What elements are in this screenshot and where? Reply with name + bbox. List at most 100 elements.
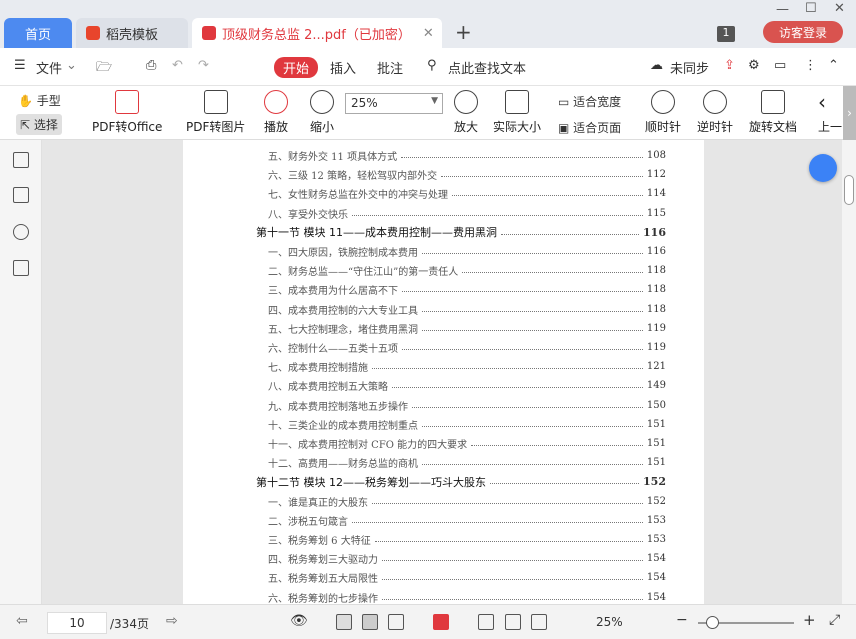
- rotate-clockwise-button[interactable]: 顺时针: [645, 90, 681, 135]
- toc-entry[interactable]: 十二、高费用——财务总监的商机 151: [183, 453, 704, 472]
- maximize-icon[interactable]: ☐: [805, 1, 817, 16]
- prev-page-icon[interactable]: ⇦: [16, 613, 28, 629]
- page-number-input[interactable]: 10: [47, 612, 107, 634]
- vertical-scrollbar[interactable]: [842, 140, 856, 604]
- zoom-select[interactable]: 25% ▼: [345, 93, 443, 114]
- toc-entry[interactable]: 三、税务筹划 6 大特征 153: [183, 530, 704, 549]
- toc-entry[interactable]: 七、成本费用控制措施 121: [183, 357, 704, 376]
- toc-entry[interactable]: 十一、成本费用控制对 CFO 能力的四大要求 151: [183, 434, 704, 453]
- rotate-counterclockwise-button[interactable]: 逆时针: [697, 90, 733, 135]
- comment-icon[interactable]: ▭: [774, 58, 786, 73]
- next-page-icon[interactable]: ⇨: [166, 613, 178, 629]
- close-window-icon[interactable]: ✕: [834, 1, 845, 16]
- actual-size-icon[interactable]: [478, 614, 494, 630]
- toc-entry[interactable]: 六、控制什么——五类十五项 119: [183, 338, 704, 357]
- tab-start[interactable]: 开始: [274, 57, 319, 78]
- toc-entry[interactable]: 五、税务筹划五大局限性 154: [183, 568, 704, 587]
- toc-page: 116: [646, 246, 666, 257]
- outline-icon[interactable]: [13, 152, 29, 168]
- toc-entry[interactable]: 九、成本费用控制落地五步操作 150: [183, 396, 704, 415]
- toc-entry[interactable]: 六、三级 12 策略，轻松驾驭内部外交 112: [183, 165, 704, 184]
- new-tab-button[interactable]: +: [455, 20, 472, 44]
- fit-width-button[interactable]: ▭ 适合宽度: [558, 93, 621, 110]
- find-text-input[interactable]: 点此查找文本: [448, 58, 526, 77]
- toc-entry[interactable]: 八、成本费用控制五大策略 149: [183, 376, 704, 395]
- toc-entry[interactable]: 七、女性财务总监在外交中的冲突与处理 114: [183, 184, 704, 203]
- zoom-in-icon[interactable]: +: [803, 611, 816, 629]
- floating-tool-button[interactable]: [809, 154, 837, 182]
- guest-login-button[interactable]: 访客登录: [763, 21, 843, 43]
- scrollbar-thumb[interactable]: [844, 175, 854, 205]
- print-icon[interactable]: ⎙: [146, 58, 156, 73]
- toc-entry[interactable]: 二、涉税五句箴言 153: [183, 511, 704, 530]
- toc-entry[interactable]: 二、财务总监——“守住江山”的第一责任人 118: [183, 261, 704, 280]
- toc-entry[interactable]: 八、享受外交快乐 115: [183, 204, 704, 223]
- play-button[interactable]: 播放: [264, 90, 288, 135]
- fit-page-icon[interactable]: [505, 614, 521, 630]
- eye-icon[interactable]: 👁: [290, 613, 308, 629]
- toc-entry[interactable]: 五、财务外交 11 项具体方式 108: [183, 146, 704, 165]
- play-icon[interactable]: [433, 614, 449, 630]
- actual-size-button[interactable]: 实际大小: [493, 90, 541, 135]
- signature-icon[interactable]: [13, 260, 29, 276]
- pdf-to-office-button[interactable]: PDF转Office: [92, 90, 162, 135]
- single-page-icon[interactable]: [362, 614, 378, 630]
- share-icon[interactable]: ⇪: [724, 58, 735, 73]
- sync-status[interactable]: 未同步: [670, 58, 709, 77]
- tab-annotate[interactable]: 批注: [377, 58, 403, 77]
- toolbar-scroll-right[interactable]: ›: [843, 86, 856, 140]
- two-page-icon[interactable]: [388, 614, 404, 630]
- toc-entry[interactable]: 一、谁是真正的大股东 152: [183, 492, 704, 511]
- previous-page-button[interactable]: ‹ 上一: [818, 90, 842, 135]
- collapse-icon[interactable]: ⌃: [828, 58, 839, 73]
- zoom-out-icon[interactable]: −: [676, 612, 688, 628]
- toc-page: 118: [646, 265, 666, 277]
- thumbnail-icon[interactable]: [13, 187, 29, 203]
- toc-entry[interactable]: 六、税务筹划的七步操作 154: [183, 588, 704, 604]
- toc-entry[interactable]: 五、七大控制理念，堵住费用黑洞 119: [183, 319, 704, 338]
- annotation-icon[interactable]: [13, 224, 29, 240]
- pdf-to-image-button[interactable]: PDF转图片: [186, 90, 245, 135]
- tab-insert[interactable]: 插入: [330, 58, 356, 77]
- zoom-slider-thumb[interactable]: [706, 616, 719, 629]
- rotate-document-button[interactable]: 旋转文档: [749, 90, 797, 135]
- menu-icon[interactable]: ☰: [14, 58, 26, 73]
- redo-icon[interactable]: ↷: [198, 58, 209, 73]
- continuous-view-icon[interactable]: [336, 614, 352, 630]
- settings-icon[interactable]: ⚙: [748, 58, 760, 73]
- more-icon[interactable]: ⋮: [804, 58, 817, 73]
- menu-file[interactable]: 文件: [36, 58, 62, 77]
- toc-entry[interactable]: 三、成本费用为什么居高不下 118: [183, 280, 704, 299]
- hand-tool-button[interactable]: ✋ 手型: [18, 92, 61, 109]
- toc-section[interactable]: 第十一节 模块 11——成本费用控制——费用黑洞 116: [183, 223, 704, 242]
- fit-page-button[interactable]: ▣ 适合页面: [558, 119, 621, 136]
- minimize-icon[interactable]: —: [776, 2, 789, 17]
- window-count-badge[interactable]: 1: [717, 26, 735, 42]
- select-tool-button[interactable]: ⇱ 选择: [16, 114, 62, 135]
- tab-home[interactable]: 首页: [4, 18, 72, 48]
- zoom-in-button[interactable]: 放大: [454, 90, 478, 135]
- toc-entry[interactable]: 四、税务筹划三大驱动力 154: [183, 549, 704, 568]
- tab-pdf-document[interactable]: 顶级财务总监 2...pdf（已加密） ✕: [192, 18, 442, 48]
- toc-entry[interactable]: 四、成本费用控制的六大专业工具 118: [183, 300, 704, 319]
- zoom-out-button[interactable]: 缩小: [310, 90, 334, 135]
- toc-page: 115: [646, 207, 666, 219]
- undo-icon[interactable]: ↶: [172, 58, 183, 73]
- document-canvas[interactable]: 五、财务外交 11 项具体方式 108 六、三级 12 策略，轻松驾驭内部外交 112…: [42, 140, 842, 604]
- toc-page: 116: [643, 225, 666, 239]
- toc-entry[interactable]: 十、三类企业的成本费用控制重点 151: [183, 415, 704, 434]
- toc-page: 119: [646, 322, 666, 334]
- toc-section[interactable]: 第十二节 模块 12——税务筹划——巧斗大股东 152: [183, 472, 704, 491]
- close-icon[interactable]: ✕: [423, 26, 434, 41]
- toc-entry[interactable]: 一、四大原因，铁腕控制成本费用 116: [183, 242, 704, 261]
- chevron-down-icon[interactable]: ⌄: [66, 58, 77, 73]
- fit-width-icon[interactable]: [531, 614, 547, 630]
- toc-title: 第十一节 模块 11——成本费用控制——费用黑洞: [256, 226, 497, 240]
- fullscreen-icon[interactable]: ⤢: [829, 612, 840, 628]
- zoom-in-icon: [454, 90, 478, 114]
- toc-page: 152: [643, 475, 666, 489]
- pdf-to-office-icon: [115, 90, 140, 114]
- open-icon[interactable]: 🗁: [96, 58, 112, 80]
- zoom-slider[interactable]: [698, 616, 794, 629]
- tab-docer-templates[interactable]: 稻壳模板: [76, 18, 188, 48]
